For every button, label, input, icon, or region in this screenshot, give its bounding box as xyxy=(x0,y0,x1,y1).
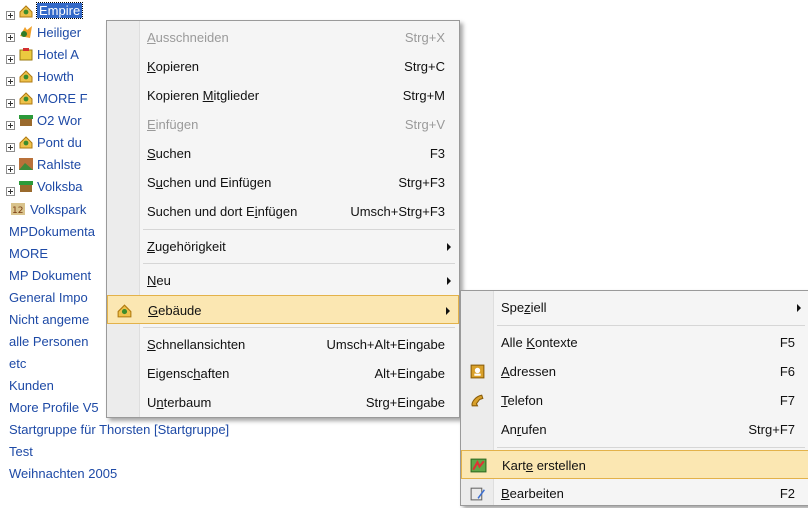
menu-item-copy-members[interactable]: Kopieren Mitglieder Strg+M xyxy=(107,81,459,110)
menu-item-building[interactable]: Gebäude xyxy=(107,295,459,324)
building-icon xyxy=(19,70,33,83)
shortcut-label: F7 xyxy=(779,393,795,408)
shortcut-label: F2 xyxy=(779,486,795,501)
tree-item[interactable]: General Impo xyxy=(9,288,88,308)
building-icon xyxy=(19,5,33,18)
tree-item[interactable]: etc xyxy=(9,354,26,374)
expand-icon[interactable] xyxy=(6,33,15,42)
tree-item[interactable]: Volkspark xyxy=(30,200,86,220)
tree-item[interactable]: Hotel A xyxy=(37,45,79,65)
tree-item[interactable]: MP Dokument xyxy=(9,266,91,286)
tree-item[interactable]: Rahlste xyxy=(37,155,81,175)
menu-item-paste[interactable]: Einfügen Strg+V xyxy=(107,110,459,139)
phone-icon xyxy=(471,394,484,407)
expand-icon[interactable] xyxy=(6,187,15,196)
tree-item[interactable]: Howth xyxy=(37,67,74,87)
tree-item[interactable]: Pont du xyxy=(37,133,82,153)
shortcut-label: F5 xyxy=(779,335,795,350)
address-book-icon xyxy=(470,364,485,379)
park-icon: 12 xyxy=(11,203,25,216)
tree-item[interactable]: Nicht angeme xyxy=(9,310,89,330)
menu-separator xyxy=(143,327,455,328)
menu-separator xyxy=(497,447,805,448)
tree-item[interactable]: MORE F xyxy=(37,89,88,109)
submenu-item-create-map[interactable]: Karte erstellen xyxy=(461,450,808,479)
map-icon xyxy=(470,458,487,473)
tree-item[interactable]: O2 Wor xyxy=(37,111,82,131)
image-icon xyxy=(19,158,33,170)
menu-item-cut[interactable]: Ausschneiden Strg+X xyxy=(107,23,459,52)
tree-item[interactable]: Weihnachten 2005 xyxy=(9,464,117,484)
shortcut-label: Strg+M xyxy=(402,88,445,103)
building-icon xyxy=(19,136,33,149)
shop-icon xyxy=(19,115,33,126)
submenu-item-addresses[interactable]: Adressen F6 xyxy=(461,357,808,386)
submenu-item-edit[interactable]: Bearbeiten F2 xyxy=(461,479,808,508)
menu-item-search-and-insert-there[interactable]: Suchen und dort Einfügen Umsch+Strg+F3 xyxy=(107,197,459,226)
shortcut-label: Strg+F3 xyxy=(398,175,445,190)
expand-icon[interactable] xyxy=(6,143,15,152)
edit-icon xyxy=(470,487,485,501)
building-icon xyxy=(20,26,32,38)
submenu-arrow-icon xyxy=(447,277,451,285)
menu-item-search[interactable]: Suchen F3 xyxy=(107,139,459,168)
expand-icon[interactable] xyxy=(6,11,15,20)
tree-item[interactable]: Kunden xyxy=(9,376,54,396)
expand-icon[interactable] xyxy=(6,121,15,130)
building-icon xyxy=(19,92,33,105)
menu-item-search-and-insert[interactable]: Suchen und Einfügen Strg+F3 xyxy=(107,168,459,197)
tree-item[interactable]: MPDokumenta xyxy=(9,222,95,242)
expand-icon[interactable] xyxy=(6,99,15,108)
submenu-arrow-icon xyxy=(447,243,451,251)
submenu-item-all-contexts[interactable]: Alle Kontexte F5 xyxy=(461,328,808,357)
menu-item-properties[interactable]: Eigenschaften Alt+Eingabe xyxy=(107,359,459,388)
shortcut-label: Strg+X xyxy=(404,30,445,45)
submenu-item-special[interactable]: Speziell xyxy=(461,293,808,322)
tree-item[interactable]: Startgruppe für Thorsten [Startgruppe] xyxy=(9,420,229,440)
shortcut-label: F6 xyxy=(779,364,795,379)
context-menu: Ausschneiden Strg+X Kopieren Strg+C Kopi… xyxy=(106,20,460,418)
expand-icon[interactable] xyxy=(6,77,15,86)
menu-separator xyxy=(143,229,455,230)
menu-item-membership[interactable]: Zugehörigkeit xyxy=(107,232,459,261)
tree-item[interactable]: Volksba xyxy=(37,177,83,197)
menu-item-copy[interactable]: Kopieren Strg+C xyxy=(107,52,459,81)
submenu-arrow-icon xyxy=(797,304,801,312)
expand-icon[interactable] xyxy=(6,165,15,174)
tree-item[interactable]: Heiliger xyxy=(37,23,81,43)
shortcut-label: Alt+Eingabe xyxy=(374,366,445,381)
tree-item[interactable]: More Profile V5 xyxy=(9,398,99,418)
menu-separator xyxy=(143,263,455,264)
tree-item-selected[interactable]: Empire xyxy=(35,2,84,19)
shortcut-label: Umsch+Alt+Eingabe xyxy=(326,337,445,352)
shortcut-label: Strg+C xyxy=(404,59,445,74)
shortcut-label: Strg+V xyxy=(404,117,445,132)
menu-separator xyxy=(497,325,805,326)
building-submenu: Speziell Alle Kontexte F5 Adressen F6 Te… xyxy=(460,290,808,506)
submenu-arrow-icon xyxy=(446,307,450,315)
menu-item-new[interactable]: Neu xyxy=(107,266,459,295)
tree-item[interactable]: Test xyxy=(9,442,33,462)
tree-item[interactable]: alle Personen xyxy=(9,332,89,352)
tree-item[interactable]: MORE xyxy=(9,244,48,264)
menu-item-quick-views[interactable]: Schnellansichten Umsch+Alt+Eingabe xyxy=(107,330,459,359)
submenu-item-phone[interactable]: Telefon F7 xyxy=(461,386,808,415)
expand-icon[interactable] xyxy=(6,55,15,64)
menu-item-subtree[interactable]: Unterbaum Strg+Eingabe xyxy=(107,388,459,417)
shortcut-label: Strg+F7 xyxy=(748,422,795,437)
svg-text:12: 12 xyxy=(12,206,23,216)
hotel-icon xyxy=(19,48,33,61)
shop-icon xyxy=(19,181,33,192)
shortcut-label: Strg+Eingabe xyxy=(365,395,445,410)
shortcut-label: Umsch+Strg+F3 xyxy=(350,204,445,219)
shortcut-label: F3 xyxy=(429,146,445,161)
building-icon xyxy=(117,304,132,318)
submenu-item-call[interactable]: Anrufen Strg+F7 xyxy=(461,415,808,444)
